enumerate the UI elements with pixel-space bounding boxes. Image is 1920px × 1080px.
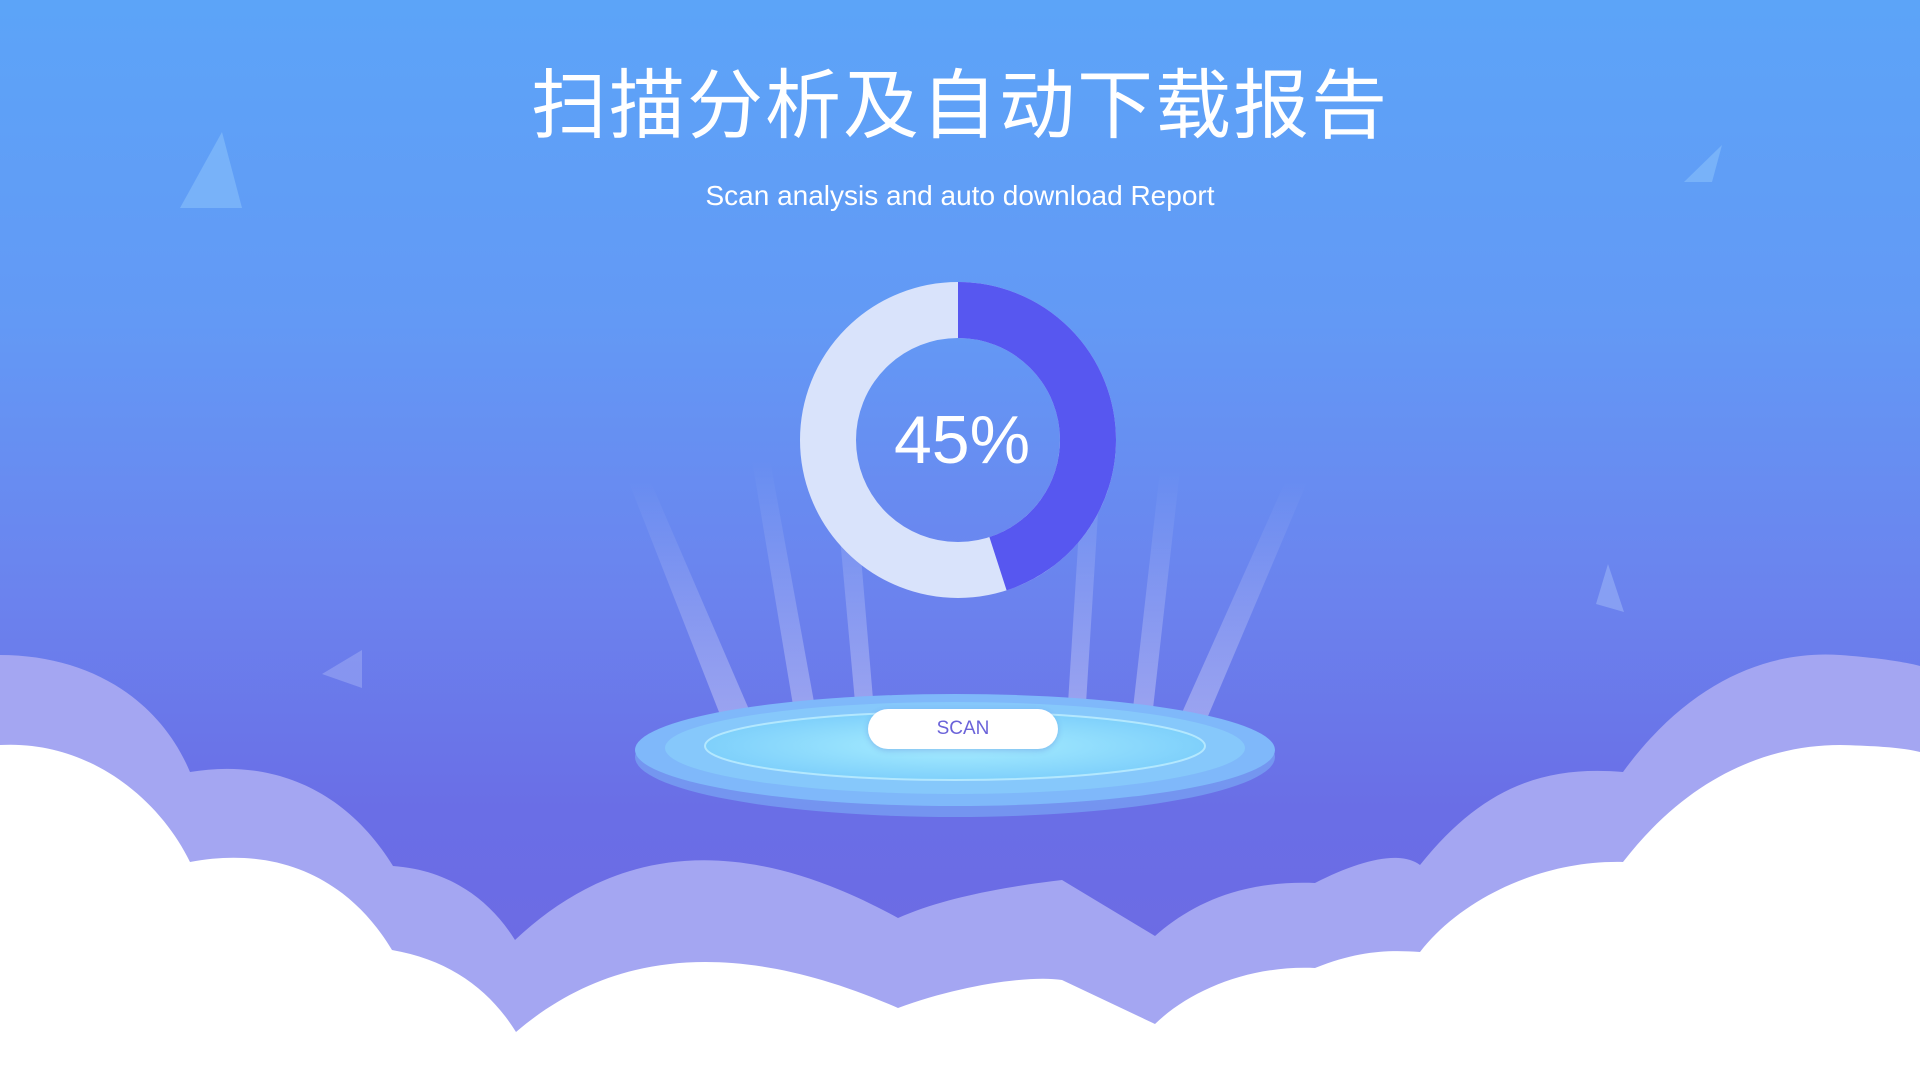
- page-title: 扫描分析及自动下载报告: [531, 61, 1389, 150]
- light-beam: [752, 460, 820, 735]
- progress-percent-label: 45%: [893, 402, 1031, 478]
- scan-button[interactable]: SCAN: [868, 709, 1058, 749]
- background-scene: [0, 132, 1920, 1080]
- light-beam: [628, 480, 760, 735]
- decor-triangle: [1596, 564, 1624, 612]
- page-subtitle: Scan analysis and auto download Report: [705, 180, 1215, 211]
- light-beam: [1130, 470, 1180, 735]
- decor-triangle: [322, 650, 362, 688]
- light-beam: [1172, 480, 1308, 735]
